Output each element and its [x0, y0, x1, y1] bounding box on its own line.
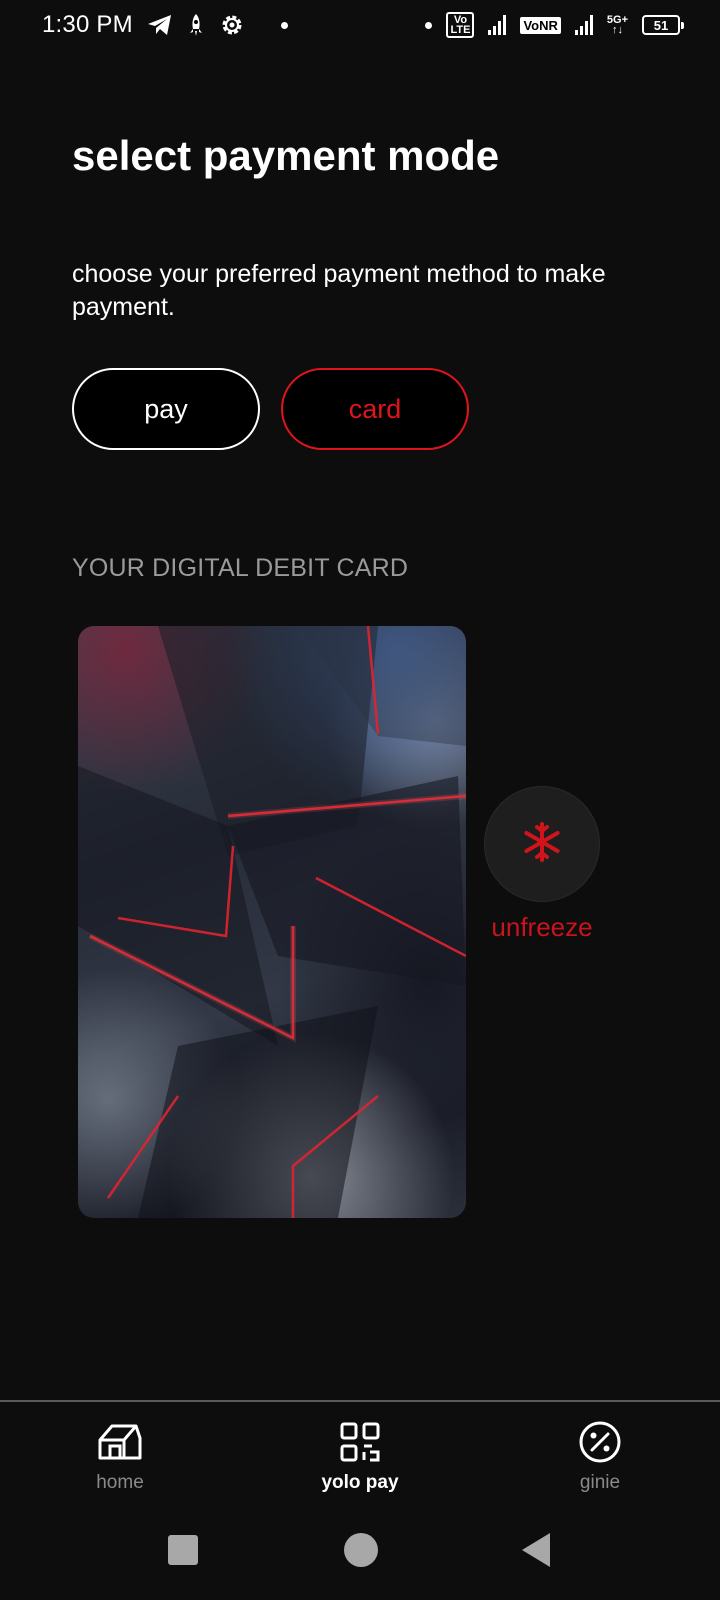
volte-icon: Vo LTE — [446, 12, 475, 38]
pay-mode-button[interactable]: pay — [72, 368, 260, 450]
section-label: YOUR DIGITAL DEBIT CARD — [72, 554, 409, 582]
battery-level: 51 — [653, 17, 669, 33]
battery-icon: 51 — [642, 15, 684, 35]
status-time: 1:30 PM — [42, 11, 133, 38]
screen: 1:30 PM Vo LTE VoNR 5G+ ↑↓ 51 select pay… — [0, 0, 720, 1600]
signal-icon — [574, 15, 593, 35]
status-bar: 1:30 PM Vo LTE VoNR 5G+ ↑↓ 51 — [0, 0, 720, 50]
digital-debit-card[interactable] — [78, 626, 466, 1218]
5g-label: 5G+ — [606, 14, 628, 26]
percent-icon — [578, 1420, 622, 1464]
dot-icon — [425, 12, 433, 38]
dot-icon — [280, 12, 288, 38]
vonr-icon: VoNR — [520, 16, 561, 34]
page-title: select payment mode — [72, 132, 500, 179]
rocket-icon — [187, 12, 205, 38]
page-subtitle: choose your preferred payment method to … — [72, 260, 606, 321]
nav-ginie-label: ginie — [579, 1472, 621, 1493]
gear-icon — [219, 12, 245, 38]
unfreeze-button[interactable] — [484, 786, 600, 902]
card-mode-button[interactable]: card — [281, 368, 469, 450]
signal-icon — [488, 15, 507, 35]
system-home-button[interactable] — [344, 1533, 378, 1567]
nav-yolo-pay-label: yolo pay — [321, 1472, 399, 1493]
5g-icon: 5G+ ↑↓ — [606, 14, 628, 36]
home-icon — [96, 1420, 144, 1464]
recent-apps-button[interactable] — [168, 1535, 198, 1565]
snowflake-icon — [520, 820, 564, 869]
nav-yolo-pay[interactable]: yolo pay — [280, 1402, 440, 1506]
card-artwork — [78, 626, 466, 1218]
telegram-icon — [147, 12, 173, 38]
status-left: 1:30 PM — [42, 11, 288, 39]
nav-ginie[interactable]: ginie — [520, 1402, 680, 1506]
bottom-nav: home yolo pay ginie — [0, 1400, 720, 1504]
nav-home[interactable]: home — [40, 1402, 200, 1506]
nav-home-label: home — [96, 1472, 144, 1493]
qr-code-icon — [339, 1420, 381, 1464]
unfreeze-label: unfreeze — [491, 912, 593, 942]
status-right: Vo LTE VoNR 5G+ ↑↓ 51 — [425, 12, 684, 38]
back-button[interactable] — [522, 1533, 550, 1567]
